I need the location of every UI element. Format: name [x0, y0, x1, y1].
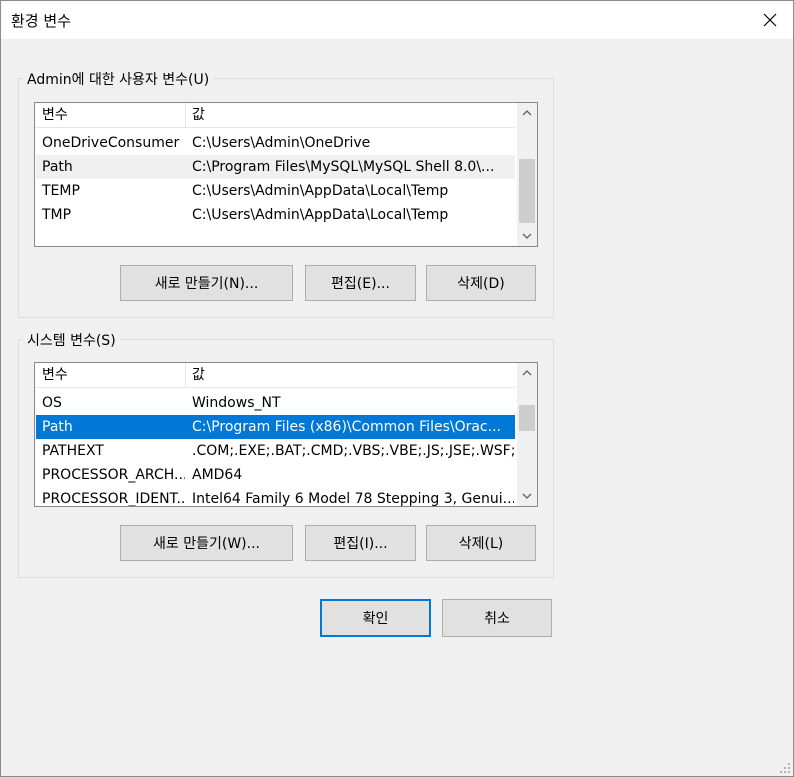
table-row[interactable]: PATHEXT .COM;.EXE;.BAT;.CMD;.VBS;.VBE;.J… [36, 439, 515, 463]
column-header-value[interactable]: 값 [185, 363, 512, 387]
variable-name: OneDriveConsumer [42, 135, 180, 151]
close-button[interactable] [747, 1, 793, 39]
scroll-up-button[interactable] [517, 103, 537, 123]
chevron-up-icon [522, 110, 532, 116]
vertical-scrollbar[interactable] [517, 103, 537, 246]
column-header-value[interactable]: 값 [185, 103, 512, 127]
chevron-down-icon [522, 233, 532, 239]
system-variables-legend: 시스템 변수(S) [23, 330, 120, 350]
table-row[interactable]: PROCESSOR_IDENT... Intel64 Family 6 Mode… [36, 487, 515, 507]
table-row[interactable]: TEMP C:\Users\Admin\AppData\Local\Temp [36, 179, 515, 203]
chevron-down-icon [522, 493, 532, 499]
title-bar: 환경 변수 [1, 1, 793, 39]
system-edit-button[interactable]: 편집(I)... [305, 525, 416, 561]
variable-value: C:\Users\Admin\AppData\Local\Temp [192, 183, 449, 199]
variable-name: Path [42, 419, 73, 435]
variable-name: PATHEXT [42, 443, 104, 459]
variable-value: C:\Users\Admin\AppData\Local\Temp [192, 207, 449, 223]
system-delete-button[interactable]: 삭제(L) [426, 525, 536, 561]
list-header: 변수 값 [35, 363, 515, 388]
list-header: 변수 값 [35, 103, 515, 128]
system-new-button[interactable]: 새로 만들기(W)... [120, 525, 293, 561]
variable-value: AMD64 [192, 467, 243, 483]
scroll-down-button[interactable] [517, 486, 537, 506]
table-row[interactable]: OS Windows_NT [36, 391, 515, 415]
variable-name: TEMP [42, 183, 80, 199]
ok-button[interactable]: 확인 [320, 599, 431, 637]
variable-value: .COM;.EXE;.BAT;.CMD;.VBS;.VBE;.JS;.JSE;.… [192, 443, 514, 459]
cancel-button[interactable]: 취소 [442, 599, 552, 637]
variable-value: C:\Program Files\MySQL\MySQL Shell 8.0\.… [192, 159, 495, 175]
scroll-up-button[interactable] [517, 363, 537, 383]
window-title: 환경 변수 [11, 12, 71, 30]
chevron-up-icon [522, 370, 532, 376]
scroll-thumb[interactable] [519, 159, 535, 223]
user-new-button[interactable]: 새로 만들기(N)... [120, 265, 293, 301]
column-header-variable[interactable]: 변수 [35, 103, 186, 127]
variable-value: C:\Users\Admin\OneDrive [192, 135, 371, 151]
variable-name: PROCESSOR_ARCH... [42, 467, 185, 483]
table-row-selected[interactable]: Path C:\Program Files (x86)\Common Files… [36, 415, 515, 439]
scroll-thumb[interactable] [519, 405, 535, 431]
column-header-variable[interactable]: 변수 [35, 363, 186, 387]
resize-grip-icon[interactable] [779, 762, 791, 774]
user-delete-button[interactable]: 삭제(D) [426, 265, 536, 301]
table-row[interactable]: TMP C:\Users\Admin\AppData\Local\Temp [36, 203, 515, 227]
variable-name: Path [42, 159, 73, 175]
variable-value: C:\Program Files (x86)\Common Files\Orac… [192, 419, 501, 435]
table-row[interactable]: Path C:\Program Files\MySQL\MySQL Shell … [36, 155, 515, 179]
variable-name: OS [42, 395, 62, 411]
close-icon [763, 13, 777, 27]
variable-name: PROCESSOR_IDENT... [42, 491, 185, 507]
table-row[interactable]: PROCESSOR_ARCH... AMD64 [36, 463, 515, 487]
environment-variables-dialog: 환경 변수 Admin에 대한 사용자 변수(U) 변수 값 OneDriveC… [0, 0, 794, 777]
user-variables-list[interactable]: 변수 값 OneDriveConsumer C:\Users\Admin\One… [34, 102, 538, 247]
user-variables-legend: Admin에 대한 사용자 변수(U) [23, 69, 214, 89]
vertical-scrollbar[interactable] [517, 363, 537, 506]
variable-value: Windows_NT [192, 395, 281, 411]
scroll-down-button[interactable] [517, 226, 537, 246]
variable-name: TMP [42, 207, 72, 223]
table-row[interactable]: OneDriveConsumer C:\Users\Admin\OneDrive [36, 131, 515, 155]
system-variables-list[interactable]: 변수 값 OS Windows_NT Path C:\Program Files… [34, 362, 538, 507]
user-edit-button[interactable]: 편집(E)... [305, 265, 416, 301]
variable-value: Intel64 Family 6 Model 78 Stepping 3, Ge… [192, 491, 514, 507]
